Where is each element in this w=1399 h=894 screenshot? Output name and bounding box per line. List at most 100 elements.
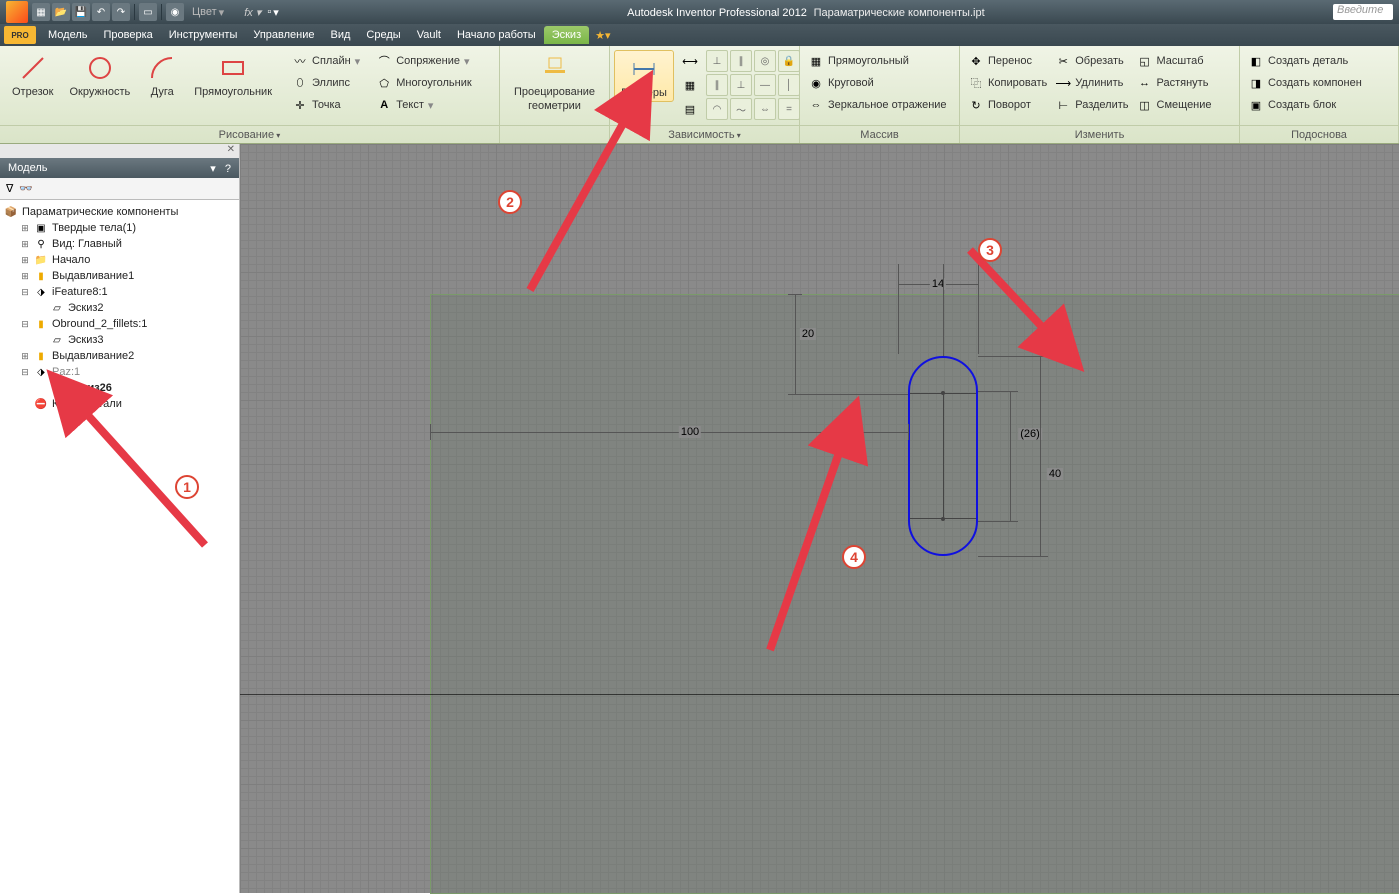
qat-new-icon[interactable]: ▦ [32, 3, 50, 21]
project-icon [539, 52, 571, 84]
fix-icon[interactable]: 🔒 [778, 50, 800, 72]
concentric-icon[interactable]: ◎ [754, 50, 776, 72]
stretch-icon: ↔ [1137, 75, 1153, 91]
tree-root[interactable]: 📦 Параматрические компоненты [4, 204, 235, 220]
qat-redo-icon[interactable]: ↷ [112, 3, 130, 21]
qat-open-icon[interactable]: 📂 [52, 3, 70, 21]
tree-item[interactable]: ⊞⚲Вид: Главный [4, 236, 235, 252]
param-button[interactable]: ▦ [678, 74, 702, 96]
make-part-button[interactable]: ◧Создать деталь [1244, 50, 1366, 72]
menu-start[interactable]: Начало работы [449, 26, 544, 44]
auto-dim-button[interactable]: ⟷ [678, 50, 702, 72]
pro-badge[interactable]: PRO [4, 26, 36, 44]
pattern-mirror-button[interactable]: ⇔Зеркальное отражение [804, 94, 951, 116]
split-button[interactable]: ⊢Разделить [1051, 94, 1132, 116]
annotation-3: 3 [978, 238, 1002, 262]
menu-inspect[interactable]: Проверка [95, 26, 160, 44]
trim-button[interactable]: ✂Обрезать [1051, 50, 1132, 72]
pattern-rect-button[interactable]: ▦Прямоугольный [804, 50, 951, 72]
search-input[interactable]: Введите [1333, 4, 1393, 20]
menu-tools[interactable]: Инструменты [161, 26, 246, 44]
tree-item[interactable]: ▱Эскиз3 [4, 332, 235, 348]
arc-button[interactable]: Дуга [138, 50, 186, 100]
dim-100[interactable]: 100 [679, 426, 701, 438]
offset-button[interactable]: ◫Смещение [1133, 94, 1216, 116]
panel-create-title: Подоснова [1291, 129, 1347, 141]
dimension-button[interactable]: Размеры [614, 50, 674, 102]
tangent-icon[interactable]: ◠ [706, 98, 728, 120]
horizontal-icon[interactable]: — [754, 74, 776, 96]
qat-save-icon[interactable]: 💾 [72, 3, 90, 21]
point-button[interactable]: ✛Точка [288, 94, 364, 116]
copy-button[interactable]: ⿻Копировать [964, 72, 1051, 94]
find-icon[interactable]: 👓 [19, 182, 33, 195]
line-button[interactable]: Отрезок [4, 50, 61, 100]
perpendicular-icon[interactable]: ⊥ [730, 74, 752, 96]
menu-vault[interactable]: Vault [409, 26, 449, 44]
rotate-icon: ↻ [968, 97, 984, 113]
collinear-icon[interactable]: ∥ [730, 50, 752, 72]
window-title: Autodesk Inventor Professional 2012 Пара… [279, 5, 1333, 19]
pattern-circ-button[interactable]: ◉Круговой [804, 72, 951, 94]
coincident-icon[interactable]: ⊥ [706, 50, 728, 72]
tree-item-active[interactable]: ▱Эскиз26 [4, 380, 235, 396]
circle-button[interactable]: Окружность [61, 50, 138, 100]
make-comp-button[interactable]: ◨Создать компонен [1244, 72, 1366, 94]
tree-item[interactable]: ⊟▮Obround_2_fillets:1 [4, 316, 235, 332]
panel-modify: ✥Перенос ⿻Копировать ↻Поворот ✂Обрезать … [960, 46, 1240, 143]
menu-env[interactable]: Среды [358, 26, 408, 44]
app-icon[interactable] [6, 1, 28, 23]
panel-draw-title[interactable]: Рисование [219, 129, 281, 141]
move-button[interactable]: ✥Перенос [964, 50, 1051, 72]
qat-material-icon[interactable]: ◉ [166, 3, 184, 21]
rect-button[interactable]: Прямоугольник [186, 50, 280, 100]
obround-shape[interactable] [908, 356, 978, 556]
tree-item[interactable]: ⊞📁Начало [4, 252, 235, 268]
smooth-icon[interactable]: 〜 [730, 98, 752, 120]
project-geometry-button[interactable]: Проецирование геометрии [506, 50, 603, 114]
qat-misc-icon[interactable]: ▫ [267, 6, 271, 19]
menu-manage[interactable]: Управление [245, 26, 322, 44]
rotate-button[interactable]: ↻Поворот [964, 94, 1051, 116]
tree-item[interactable]: ⊞▣Твердые тела(1) [4, 220, 235, 236]
vertical-icon[interactable]: │ [778, 74, 800, 96]
fx-label[interactable]: fx ▾ [244, 6, 261, 19]
spline-button[interactable]: 〰Сплайн ▾ [288, 50, 364, 72]
make-block-button[interactable]: ▣Создать блок [1244, 94, 1366, 116]
tree-item[interactable]: ▱Эскиз2 [4, 300, 235, 316]
tree-item[interactable]: ⊟⬗Paz:1 [4, 364, 235, 380]
annotation-4: 4 [842, 545, 866, 569]
polygon-button[interactable]: ⬠Многоугольник [372, 72, 475, 94]
parallel-icon[interactable]: ∥ [706, 74, 728, 96]
fillet-button[interactable]: ⌒Сопряжение ▾ [372, 50, 475, 72]
browser-close-icon[interactable]: ✕ [0, 144, 239, 158]
ellipse-button[interactable]: ⬯Эллипс [288, 72, 364, 94]
menu-view[interactable]: Вид [323, 26, 359, 44]
symmetric-icon[interactable]: ⇔ [754, 98, 776, 120]
scale-button[interactable]: ◱Масштаб [1133, 50, 1216, 72]
qat-select-icon[interactable]: ▭ [139, 3, 157, 21]
text-button[interactable]: AТекст ▾ [372, 94, 475, 116]
tree-item[interactable]: ⊞▮Выдавливание2 [4, 348, 235, 364]
show-button[interactable]: ▤ [678, 98, 702, 120]
menu-model[interactable]: Модель [40, 26, 95, 44]
filter-icon[interactable]: ∇ [6, 182, 13, 195]
favorites-icon[interactable]: ★▾ [595, 29, 610, 42]
dim-20[interactable]: 20 [800, 328, 816, 340]
dim-26[interactable]: (26) [1018, 428, 1042, 440]
pattern-circ-icon: ◉ [808, 75, 824, 91]
tree-item[interactable]: ⊞▮Выдавливание1 [4, 268, 235, 284]
browser-header[interactable]: Модель▾ ? [0, 158, 239, 178]
extend-button[interactable]: ⟶Удлинить [1051, 72, 1132, 94]
qat-undo-icon[interactable]: ↶ [92, 3, 110, 21]
equal-icon[interactable]: = [778, 98, 800, 120]
menu-sketch[interactable]: Эскиз [544, 26, 589, 44]
panel-constraint-title[interactable]: Зависимость [668, 129, 741, 141]
canvas[interactable]: 100 14 20 (26) 40 [240, 144, 1399, 893]
tree-item[interactable]: ⊟⬗iFeature8:1 [4, 284, 235, 300]
stretch-button[interactable]: ↔Растянуть [1133, 72, 1216, 94]
tree-item-end[interactable]: ⛔Конец детали [4, 396, 235, 412]
color-dropdown-label[interactable]: Цвет [192, 6, 217, 18]
dim-40[interactable]: 40 [1047, 468, 1063, 480]
trim-icon: ✂ [1055, 53, 1071, 69]
